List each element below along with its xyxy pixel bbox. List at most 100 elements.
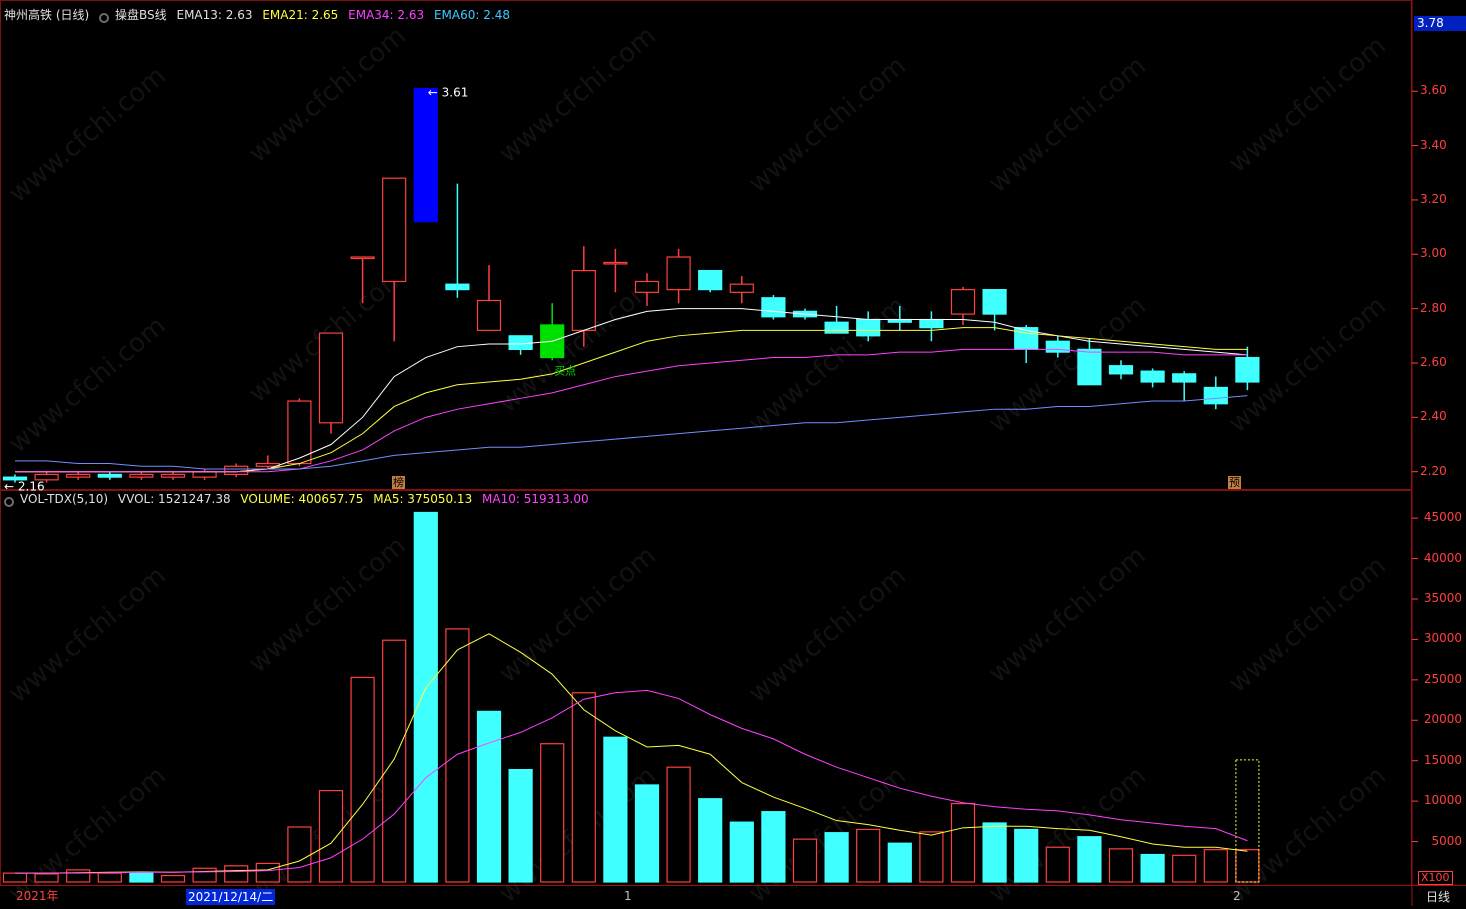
candle-body xyxy=(382,177,407,283)
candle-body xyxy=(729,283,754,293)
volume-bar xyxy=(34,873,59,883)
ema34-label: EMA34: 2.63 xyxy=(348,8,425,22)
volume-bar xyxy=(856,828,881,883)
volume-bar xyxy=(887,842,912,883)
candle-body xyxy=(129,473,154,478)
indicator-name[interactable]: 操盘BS线 xyxy=(115,8,167,22)
settings-dot-icon[interactable]: ● xyxy=(99,13,110,23)
candle-body xyxy=(476,299,502,331)
volume-bar xyxy=(97,872,122,883)
volume-bar xyxy=(350,676,375,883)
volume-tick-label: 25000 xyxy=(1423,671,1462,686)
candle-body xyxy=(160,473,186,478)
volume-tick-label: 35000 xyxy=(1423,590,1462,605)
volume-unit-label: X100 xyxy=(1418,871,1453,885)
x-tick-2: 2 xyxy=(1233,889,1241,903)
buy-point-marker: 买点 xyxy=(554,364,576,377)
volume-bar xyxy=(129,871,154,883)
price-tick-label: 2.60 xyxy=(1420,354,1447,369)
volume-bar xyxy=(950,802,976,883)
volume-bar xyxy=(540,743,565,883)
candle-body xyxy=(571,269,596,331)
volume-bar xyxy=(1235,849,1260,883)
candle-body xyxy=(445,283,470,291)
ema60-line xyxy=(15,395,1248,470)
volume-bar xyxy=(634,784,660,883)
candle-body xyxy=(1014,327,1039,350)
price-indicator-header: 神州高铁 (日线) ● 操盘BS线 EMA13: 2.63 EMA21: 2.65… xyxy=(4,7,516,23)
candle-body xyxy=(192,471,217,478)
event-mark-yu[interactable]: 预 xyxy=(1228,476,1241,489)
period-label[interactable]: 日线 xyxy=(1426,888,1450,905)
volume-bar xyxy=(413,511,438,883)
selected-date-label[interactable]: 2021/12/14/二 xyxy=(186,889,276,905)
volume-bar xyxy=(1172,854,1197,883)
volume-bar xyxy=(1203,849,1228,883)
ma5-volume-line xyxy=(15,633,1248,874)
candle-body xyxy=(919,318,944,329)
candle-body xyxy=(66,473,91,478)
candle-body xyxy=(634,280,660,293)
event-mark-bang[interactable]: 榜 xyxy=(392,476,405,489)
ema13-line xyxy=(15,308,1248,473)
candle-body xyxy=(1077,348,1102,386)
price-tick-label: 2.40 xyxy=(1420,409,1447,424)
settings-dot-icon[interactable]: ● xyxy=(4,497,14,507)
candle-body xyxy=(698,269,723,291)
candle-body xyxy=(950,289,976,315)
volume-bar xyxy=(224,865,249,883)
volume-bar xyxy=(1045,846,1070,883)
volume-tick-label: 40000 xyxy=(1423,550,1462,565)
candle-body xyxy=(761,297,786,318)
volume-bar xyxy=(982,822,1007,883)
current-price-tag: 3.78 xyxy=(1414,16,1466,31)
volume-bar xyxy=(919,831,944,883)
ema21-label: EMA21: 2.65 xyxy=(262,8,339,22)
volume-bar xyxy=(603,736,628,883)
candlestick-volume-chart: ← 3.61← 2.16买点 xyxy=(0,0,1466,906)
candle-body xyxy=(350,256,375,260)
volume-bar xyxy=(476,710,502,883)
volume-bar xyxy=(508,769,533,883)
candle-body xyxy=(982,289,1007,315)
volume-bar xyxy=(698,798,723,883)
volume-bar xyxy=(445,628,470,883)
candle-body xyxy=(508,335,533,351)
volume-bar xyxy=(792,838,818,883)
ma5-label: MA5: 375050.13 xyxy=(373,492,473,506)
ma10-label: MA10: 519313.00 xyxy=(482,492,589,506)
volume-bar xyxy=(192,867,217,883)
volume-bar xyxy=(1014,828,1039,883)
candle-body xyxy=(224,465,249,476)
volume-bar xyxy=(2,872,28,883)
volume-tick-label: 15000 xyxy=(1423,752,1462,767)
volume-indicator-name[interactable]: VOL-TDX(5,10) xyxy=(20,492,108,506)
volume-tick-label: 30000 xyxy=(1423,631,1462,646)
candle-body xyxy=(1203,386,1228,405)
volume-bar xyxy=(761,811,786,883)
candle-body xyxy=(1235,356,1260,383)
volume-bar xyxy=(1077,836,1102,883)
volume-bar xyxy=(571,692,596,883)
volume-bar xyxy=(287,826,312,883)
stock-name[interactable]: 神州高铁 (日线) xyxy=(4,8,89,22)
volume-bar xyxy=(160,874,186,883)
volume-bar xyxy=(255,862,280,883)
candle-body xyxy=(97,473,122,478)
candle-body xyxy=(824,321,849,334)
volume-bar xyxy=(382,639,407,883)
volume-tick-label: 20000 xyxy=(1423,712,1462,727)
candle-body xyxy=(856,318,881,337)
candle-body xyxy=(1108,365,1134,375)
volume-bar xyxy=(66,869,91,883)
candle-body xyxy=(1140,370,1165,383)
volume-tick-label: 45000 xyxy=(1423,510,1462,525)
candle-body xyxy=(666,256,691,291)
volume-bar xyxy=(729,821,754,883)
volume-bar xyxy=(1140,853,1165,883)
ema34-line xyxy=(15,348,1248,473)
candle-body xyxy=(603,261,628,265)
volume-bar xyxy=(318,790,344,883)
volume-bar xyxy=(666,766,691,883)
price-panel-frame xyxy=(0,0,1412,490)
